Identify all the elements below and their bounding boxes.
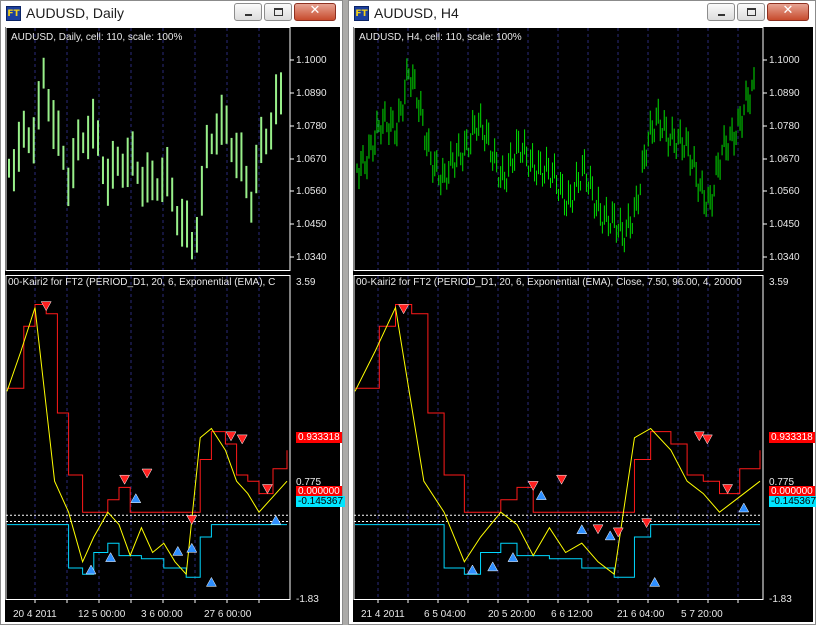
- kairi-cyan-line: [355, 524, 760, 578]
- close-button[interactable]: ✕: [767, 3, 809, 21]
- chart-svg[interactable]: [5, 27, 340, 622]
- time-label: 21 4 2011: [361, 609, 405, 620]
- buy-arrow-icon: [487, 561, 499, 572]
- price-tick: 1.0890: [769, 88, 800, 99]
- buy-arrow-icon: [85, 564, 97, 575]
- sell-arrow-icon: [40, 301, 52, 312]
- indicator-top-value: 3.59: [296, 277, 316, 288]
- time-label: 20 5 20:00: [488, 609, 536, 620]
- price-tick: 1.0780: [769, 121, 800, 132]
- price-tick: 1.0670: [296, 154, 327, 165]
- time-label: 6 5 04:00: [424, 609, 466, 620]
- price-tick: 1.0780: [296, 121, 327, 132]
- buy-arrow-icon: [467, 564, 478, 575]
- red-value-tag: 0.933318: [296, 432, 342, 443]
- app-icon: FT: [354, 5, 369, 21]
- buy-arrow-icon: [205, 576, 217, 587]
- price-tick: 1.0340: [769, 252, 800, 263]
- title-bar[interactable]: FT AUDUSD, Daily ✕: [1, 1, 342, 25]
- sell-arrow-icon: [141, 468, 153, 479]
- sell-arrow-icon: [612, 527, 624, 538]
- buy-arrow-icon: [172, 545, 184, 556]
- buy-arrow-icon: [738, 502, 750, 513]
- window-controls: ✕: [707, 3, 809, 21]
- sell-arrow-icon: [527, 481, 539, 491]
- close-button[interactable]: ✕: [294, 3, 336, 21]
- chart-svg[interactable]: [353, 27, 813, 622]
- sell-arrow-icon: [261, 484, 273, 495]
- price-tick: 1.0340: [296, 252, 327, 263]
- buy-arrow-icon: [535, 490, 547, 500]
- minimize-button[interactable]: [234, 3, 262, 21]
- sell-arrow-icon: [398, 304, 410, 315]
- window-controls: ✕: [234, 3, 336, 21]
- price-tick: 1.0670: [769, 154, 800, 165]
- time-label: 5 7 20:00: [681, 609, 723, 620]
- kairi-red-line: [7, 304, 288, 513]
- buy-arrow-icon: [604, 530, 616, 541]
- main-chart-info: AUDUSD, H4, cell: 110, scale: 100%: [359, 32, 522, 43]
- mid-level-tag: 0.775: [769, 477, 795, 488]
- buy-arrow-icon: [649, 576, 661, 587]
- chart-canvas[interactable]: AUDUSD, H4, cell: 110, scale: 100% 00-Ka…: [353, 27, 816, 622]
- indicator-panel-frame: [5, 275, 291, 600]
- kairi-cyan-line: [7, 524, 287, 578]
- minimize-button[interactable]: [707, 3, 735, 21]
- minimize-icon: [245, 14, 252, 16]
- sell-arrow-icon: [236, 434, 248, 445]
- sell-arrow-icon: [722, 484, 734, 495]
- price-tick: 1.0450: [296, 219, 327, 230]
- price-tick: 1.0890: [296, 88, 327, 99]
- window-title: AUDUSD, Daily: [26, 5, 125, 21]
- minimize-icon: [718, 14, 725, 16]
- maximize-button[interactable]: [264, 3, 292, 21]
- buy-arrow-icon: [130, 493, 142, 503]
- price-tick: 1.0560: [769, 186, 800, 197]
- sell-arrow-icon: [693, 431, 705, 442]
- buy-arrow-icon: [270, 514, 282, 525]
- time-label: 6 6 12:00: [551, 609, 593, 620]
- chart-window-h4[interactable]: FT AUDUSD, H4 ✕ AUDUSD, H4, cell: 110, s…: [348, 0, 816, 625]
- indicator-bottom-value: -1.83: [296, 594, 319, 605]
- price-tick: 1.1000: [769, 55, 800, 66]
- red-value-tag: 0.933318: [769, 432, 815, 443]
- cyan-value-tag: -0.145367: [769, 496, 816, 507]
- time-label: 21 6 04:00: [617, 609, 665, 620]
- sell-arrow-icon: [641, 518, 653, 529]
- window-title: AUDUSD, H4: [374, 5, 459, 21]
- indicator-info: 00-Kairi2 for FT2 (PERIOD_D1, 20, 6, Exp…: [356, 277, 742, 288]
- indicator-top-value: 3.59: [769, 277, 789, 288]
- indicator-bottom-value: -1.83: [769, 594, 792, 605]
- maximize-button[interactable]: [737, 3, 765, 21]
- sell-arrow-icon: [592, 524, 604, 535]
- main-panel-frame: [5, 27, 291, 271]
- price-tick: 1.1000: [296, 55, 327, 66]
- sell-arrow-icon: [701, 434, 713, 445]
- kairi-yellow-line: [6, 307, 288, 576]
- mid-level-tag: 0.775: [296, 477, 322, 488]
- chart-window-daily[interactable]: FT AUDUSD, Daily ✕ AUDUSD, Daily, cell: …: [0, 0, 346, 625]
- price-tick: 1.0560: [296, 186, 327, 197]
- app-icon: FT: [6, 5, 21, 21]
- buy-arrow-icon: [576, 524, 588, 534]
- maximize-icon: [747, 8, 756, 16]
- time-label: 27 6 00:00: [204, 609, 252, 620]
- main-chart-info: AUDUSD, Daily, cell: 110, scale: 100%: [11, 32, 183, 43]
- indicator-info: 00-Kairi2 for FT2 (PERIOD_D1, 20, 6, Exp…: [8, 277, 276, 288]
- time-label: 12 5 00:00: [78, 609, 126, 620]
- cyan-value-tag: -0.145367: [296, 496, 346, 507]
- buy-arrow-icon: [507, 552, 519, 562]
- close-icon: ✕: [782, 3, 794, 18]
- time-label: 3 6 00:00: [141, 609, 183, 620]
- sell-arrow-icon: [119, 474, 131, 485]
- maximize-icon: [274, 8, 283, 16]
- time-label: 20 4 2011: [13, 609, 57, 620]
- close-icon: ✕: [309, 3, 321, 18]
- buy-arrow-icon: [105, 552, 117, 562]
- title-bar[interactable]: FT AUDUSD, H4 ✕: [349, 1, 815, 25]
- chart-canvas[interactable]: AUDUSD, Daily, cell: 110, scale: 100% 00…: [5, 27, 346, 622]
- price-tick: 1.0450: [769, 219, 800, 230]
